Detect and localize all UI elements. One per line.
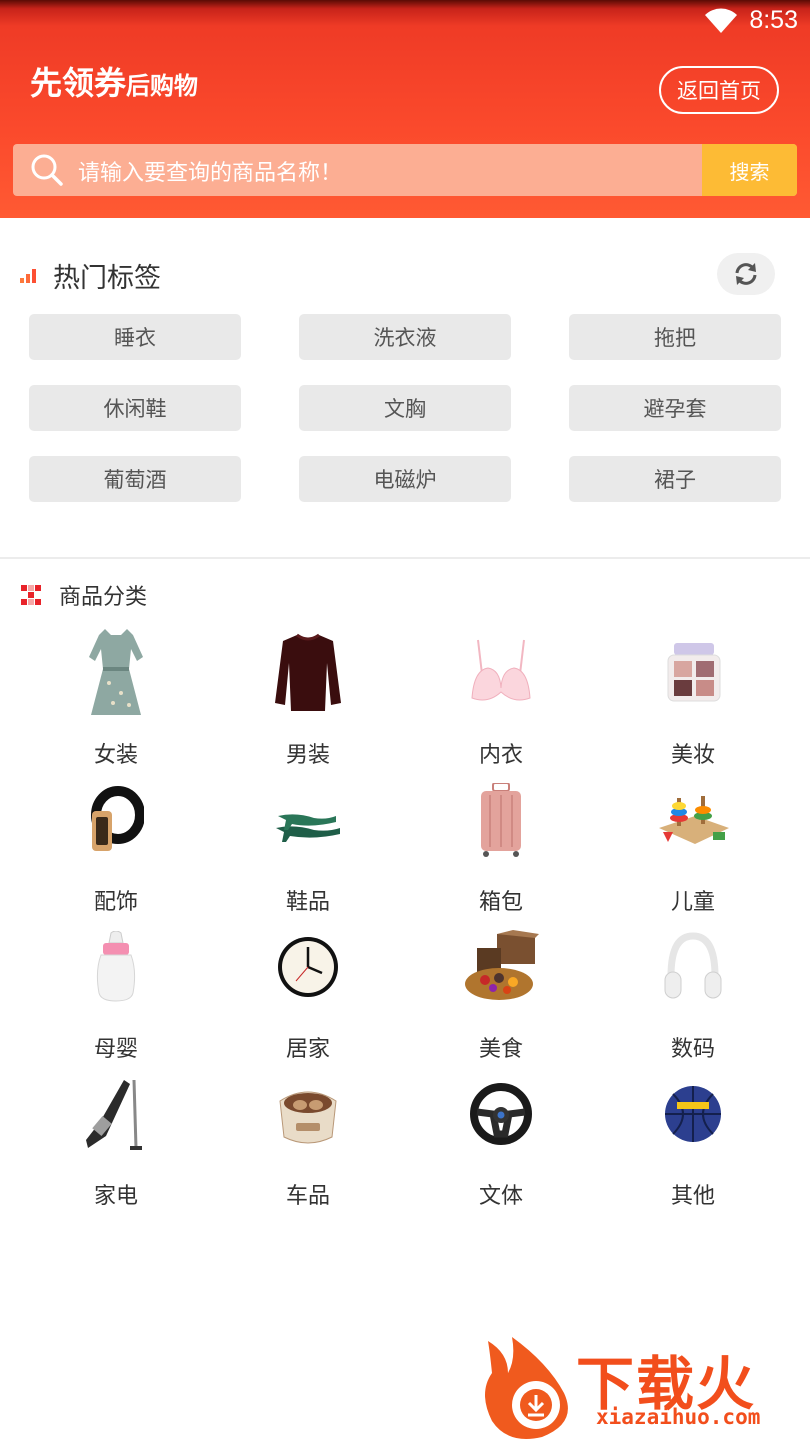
- category-label: 美妆: [670, 743, 715, 768]
- clock-icon: [278, 937, 338, 997]
- tag-item[interactable]: 拖把: [569, 314, 781, 360]
- category-label: 居家: [285, 1037, 330, 1062]
- suitcase-icon: [481, 783, 521, 857]
- category-label: 文体: [478, 1184, 523, 1209]
- foot-bath-icon: [279, 1091, 337, 1144]
- category-label: 母婴: [93, 1037, 138, 1062]
- tag-item[interactable]: 葡萄酒: [29, 456, 241, 502]
- category-label: 其他: [670, 1184, 715, 1209]
- wifi-icon: [705, 8, 737, 33]
- tag-item[interactable]: 休闲鞋: [29, 385, 241, 431]
- tag-item[interactable]: 文胸: [299, 385, 511, 431]
- categories-title: 商品分类: [59, 585, 148, 610]
- category-label: 家电: [93, 1184, 138, 1209]
- bra-icon: [471, 639, 531, 701]
- category-label: 配饰: [93, 890, 138, 915]
- watermark-logo: 下载火 xiazaihuo.com: [478, 1333, 808, 1440]
- signal-bars-icon: [20, 269, 36, 283]
- category-label: 美食: [478, 1037, 523, 1062]
- category-label: 男装: [285, 743, 330, 768]
- category-food[interactable]: 美食: [431, 919, 571, 1064]
- flame-logo-icon: [485, 1337, 568, 1439]
- status-time: 8:53: [749, 6, 798, 34]
- snacks-icon: [465, 930, 539, 1000]
- category-baby[interactable]: 母婴: [46, 919, 186, 1064]
- tag-item[interactable]: 避孕套: [569, 385, 781, 431]
- belt-icon: [91, 786, 144, 851]
- tag-item[interactable]: 洗衣液: [299, 314, 511, 360]
- status-bar: 8:53: [0, 0, 810, 44]
- refresh-icon: [735, 263, 757, 285]
- search-button[interactable]: 搜索: [702, 144, 797, 196]
- home-button[interactable]: 返回首页: [659, 66, 779, 114]
- category-label: 车品: [285, 1184, 330, 1209]
- category-home[interactable]: 居家: [238, 919, 378, 1064]
- headphones-icon: [664, 932, 722, 999]
- dress-icon: [89, 629, 143, 715]
- category-underwear[interactable]: 内衣: [431, 625, 571, 770]
- search-bar[interactable]: 请输入要查询的商品名称！ 搜索: [13, 144, 797, 196]
- category-shoes[interactable]: 鞋品: [238, 772, 378, 917]
- brand-sub-text: 后购物: [126, 72, 199, 100]
- hot-tags-section: 热门标签 睡衣 洗衣液 拖把 休闲鞋 文胸 避孕套 葡萄酒 电磁炉 裙子: [0, 218, 810, 558]
- category-other[interactable]: 其他: [623, 1066, 763, 1211]
- category-women[interactable]: 女装: [46, 625, 186, 770]
- category-men[interactable]: 男装: [238, 625, 378, 770]
- category-label: 箱包: [478, 890, 523, 915]
- category-label: 女装: [93, 743, 138, 768]
- category-label: 儿童: [670, 890, 715, 915]
- heels-icon: [276, 814, 340, 842]
- tag-item[interactable]: 电磁炉: [299, 456, 511, 502]
- category-label: 鞋品: [285, 890, 330, 915]
- category-luggage[interactable]: 箱包: [431, 772, 571, 917]
- app-brand: 先领券后购物: [30, 58, 198, 104]
- tag-item[interactable]: 裙子: [569, 456, 781, 502]
- category-label: 数码: [670, 1037, 715, 1062]
- vacuum-icon: [86, 1079, 142, 1150]
- eyeshadow-icon: [667, 643, 721, 702]
- category-label: 内衣: [478, 743, 523, 768]
- category-sports[interactable]: 文体: [431, 1066, 571, 1211]
- hot-tags-title: 热门标签: [53, 263, 161, 294]
- category-appliances[interactable]: 家电: [46, 1066, 186, 1211]
- baby-bottle-icon: [96, 931, 136, 1002]
- app-header: 8:53 先领券后购物 返回首页 请输入要查询的商品名称！ 搜索: [0, 0, 810, 218]
- watermark-url: xiazaihuo.com: [596, 1405, 761, 1429]
- category-grid-icon: [21, 585, 41, 605]
- category-car[interactable]: 车品: [238, 1066, 378, 1211]
- category-beauty[interactable]: 美妆: [623, 625, 763, 770]
- category-accessories[interactable]: 配饰: [46, 772, 186, 917]
- search-icon: [31, 154, 63, 186]
- category-digital[interactable]: 数码: [623, 919, 763, 1064]
- steering-wheel-icon: [470, 1083, 532, 1145]
- shirt-icon: [275, 633, 341, 711]
- brand-main-text: 先领券: [30, 64, 127, 102]
- refresh-button[interactable]: [717, 253, 775, 295]
- category-kids[interactable]: 儿童: [623, 772, 763, 917]
- search-input[interactable]: 请输入要查询的商品名称！: [78, 155, 342, 187]
- categories-section: 商品分类 女装 男装 内衣 美妆 配饰 鞋品 箱包 儿童 母婴 居家 美食 数码…: [0, 559, 810, 1239]
- toy-icon: [659, 796, 729, 844]
- tag-item[interactable]: 睡衣: [29, 314, 241, 360]
- basketball-icon: [665, 1086, 721, 1142]
